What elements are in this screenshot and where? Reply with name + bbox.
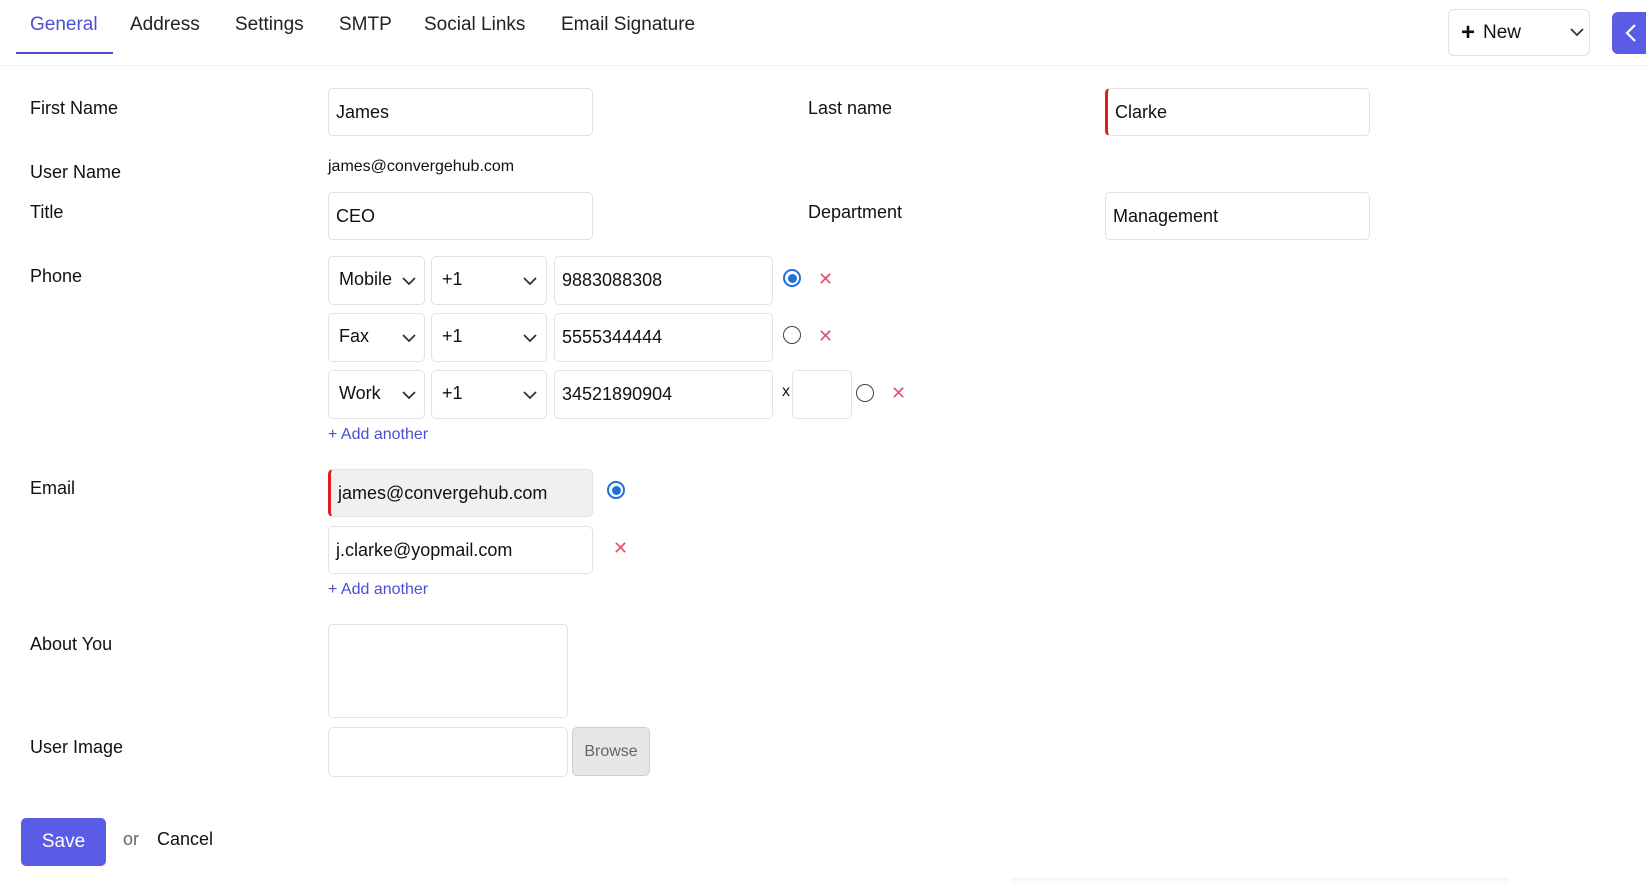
tab-address[interactable]: Address	[130, 14, 200, 54]
first-name-label: First Name	[30, 98, 119, 118]
chevron-down-icon	[402, 391, 416, 400]
phone-number-field[interactable]: 5555344444	[554, 313, 773, 362]
tab-settings[interactable]: Settings	[235, 14, 304, 54]
plus-icon: +	[1461, 19, 1476, 46]
chevron-down-icon	[523, 391, 537, 400]
delete-email-icon[interactable]: ✕	[613, 539, 628, 557]
department-field[interactable]: Management	[1105, 192, 1370, 240]
delete-phone-icon[interactable]: ✕	[818, 327, 833, 345]
phone-label: Phone	[30, 266, 83, 286]
chevron-down-icon	[402, 277, 416, 286]
phone-number-field[interactable]: 34521890904	[554, 370, 773, 419]
last-name-field[interactable]: Clarke	[1105, 88, 1370, 136]
extension-field[interactable]	[792, 370, 852, 419]
user-name-label: User Name	[30, 162, 122, 182]
phone-type-select[interactable]: Mobile	[328, 256, 425, 305]
user-name-value: james@convergehub.com	[328, 158, 515, 175]
or-text: or	[123, 829, 140, 849]
chevron-down-icon	[1570, 28, 1584, 37]
primary-phone-radio[interactable]	[783, 269, 801, 287]
phone-type-select[interactable]: Work	[328, 370, 425, 419]
tab-email-signature[interactable]: Email Signature	[561, 14, 695, 54]
about-you-label: About You	[30, 634, 113, 654]
extension-label: x	[782, 383, 790, 400]
tab-bar: General Address Settings SMTP Social Lin…	[0, 0, 1646, 66]
browse-button[interactable]: Browse	[572, 727, 650, 776]
country-code-value: +1	[442, 326, 463, 346]
phone-type-value: Mobile	[339, 269, 393, 289]
country-code-select[interactable]: +1	[431, 256, 547, 305]
email-field[interactable]: james@convergehub.com	[328, 469, 593, 517]
active-tab-indicator	[16, 52, 113, 54]
phone-type-select[interactable]: Fax	[328, 313, 425, 362]
title-label: Title	[30, 202, 64, 222]
country-code-select[interactable]: +1	[431, 313, 547, 362]
email-field[interactable]: j.clarke@yopmail.com	[328, 526, 593, 574]
new-button[interactable]: + New	[1448, 9, 1590, 56]
primary-phone-radio[interactable]	[783, 326, 801, 344]
tab-social-links[interactable]: Social Links	[424, 14, 525, 54]
user-image-file-input[interactable]	[328, 727, 568, 777]
country-code-select[interactable]: +1	[431, 370, 547, 419]
add-another-email-link[interactable]: + Add another	[328, 581, 428, 599]
save-button[interactable]: Save	[21, 818, 106, 866]
delete-phone-icon[interactable]: ✕	[818, 270, 833, 288]
tab-smtp[interactable]: SMTP	[339, 14, 392, 54]
add-another-phone-link[interactable]: + Add another	[328, 426, 428, 444]
email-label: Email	[30, 478, 76, 498]
country-code-value: +1	[442, 269, 463, 289]
phone-type-value: Fax	[339, 326, 370, 346]
delete-phone-icon[interactable]: ✕	[891, 384, 906, 402]
title-field[interactable]: CEO	[328, 192, 593, 240]
phone-type-value: Work	[339, 383, 381, 403]
about-you-textarea[interactable]	[328, 624, 568, 718]
last-name-label: Last name	[808, 98, 893, 118]
tab-general[interactable]: General	[30, 14, 98, 54]
chevron-down-icon	[402, 334, 416, 343]
primary-phone-radio[interactable]	[856, 384, 874, 402]
first-name-field[interactable]: James	[328, 88, 593, 136]
primary-email-radio[interactable]	[607, 481, 625, 499]
chevron-down-icon	[523, 277, 537, 286]
phone-number-field[interactable]: 9883088308	[554, 256, 773, 305]
department-label: Department	[808, 202, 903, 222]
user-image-label: User Image	[30, 737, 124, 757]
cancel-link[interactable]: Cancel	[157, 829, 213, 850]
country-code-value: +1	[442, 383, 463, 403]
footer-divider	[1010, 878, 1510, 885]
chevron-down-icon	[523, 334, 537, 343]
chevron-left-icon	[1625, 24, 1636, 42]
collapse-panel-button[interactable]	[1612, 12, 1646, 54]
new-button-label: New	[1483, 22, 1522, 43]
